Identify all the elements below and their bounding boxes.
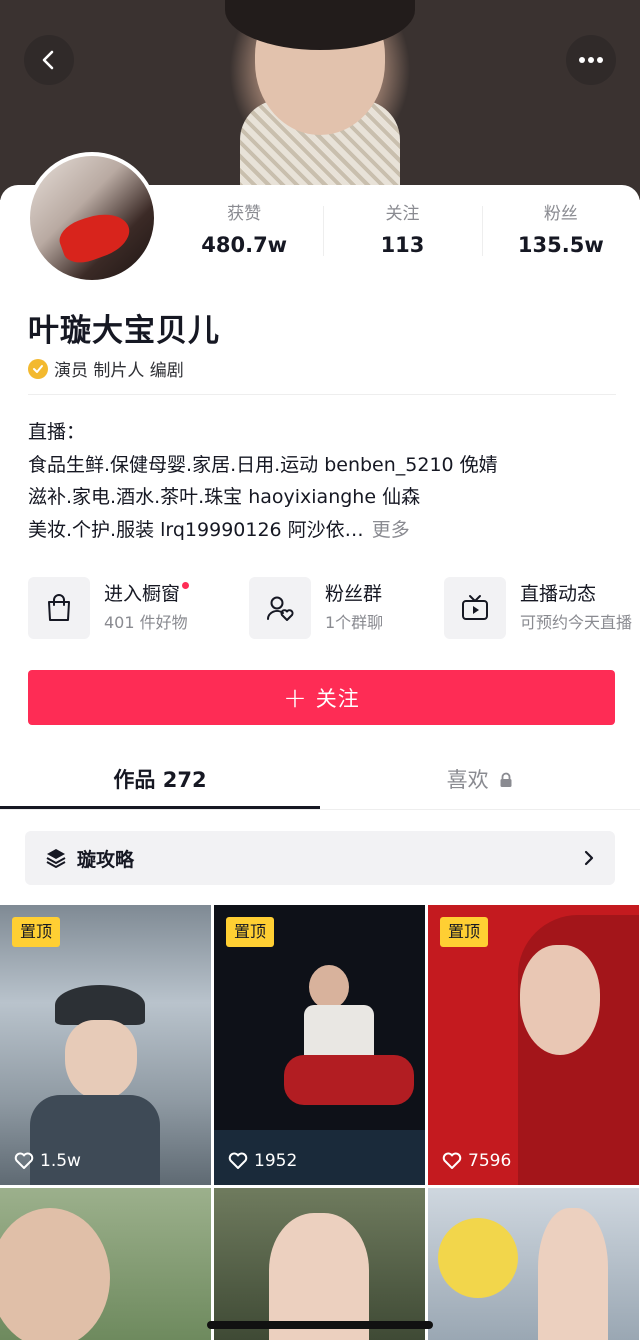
video-thumbnail[interactable]	[214, 1188, 425, 1340]
heart-icon	[228, 1152, 248, 1169]
thumb-face	[538, 1208, 608, 1340]
follow-button[interactable]: + 关注	[28, 670, 615, 725]
bio-line: 滋补.家电.酒水.茶叶.珠宝 haoyixianghe 仙森	[28, 486, 421, 508]
entry-subtitle: 401 件好物	[104, 613, 188, 632]
home-indicator[interactable]	[207, 1321, 433, 1329]
thumb-head	[309, 965, 349, 1009]
tab-likes-label: 喜欢	[446, 768, 489, 792]
chevron-right-icon	[584, 850, 594, 866]
profile-bio[interactable]: 直播： 食品生鲜.保健母婴.家居.日用.运动 benben_5210 俛婧 滋补…	[28, 416, 618, 546]
shopping-bag-icon	[28, 577, 90, 639]
profile-entries: 进入橱窗 401 件好物 粉丝群 1个群聊 直播动态 可预约今天直播	[28, 576, 640, 640]
tab-works-label: 作品 272	[113, 768, 207, 792]
divider	[28, 394, 616, 395]
like-count-text: 1.5w	[40, 1151, 81, 1171]
bio-line: 美妆.个护.服装 lrq19990126 阿沙依… 更多	[28, 514, 618, 547]
lock-icon	[500, 772, 512, 787]
stat-label: 粉丝	[543, 204, 578, 224]
stat-value: 135.5w	[517, 233, 604, 257]
video-thumbnail[interactable]	[0, 1188, 211, 1340]
profile-tags-text: 演员 制片人 编剧	[54, 361, 184, 381]
bio-more-link[interactable]: 更多	[372, 519, 410, 541]
chevron-left-icon	[42, 50, 54, 70]
profile-tags: 演员 制片人 编剧	[28, 356, 184, 381]
stat-label: 获赞	[227, 204, 262, 224]
collection-label: 璇攻略	[77, 848, 135, 871]
bio-line: 直播：	[28, 421, 86, 443]
follow-label: 关注	[315, 686, 360, 711]
pinned-badge: 置顶	[226, 917, 275, 947]
like-count: 7596	[442, 1151, 511, 1171]
new-badge-dot	[182, 582, 190, 589]
stat-value: 113	[380, 233, 425, 257]
like-count-text: 7596	[468, 1151, 512, 1171]
thumb-smiley	[438, 1218, 518, 1298]
video-thumbnail[interactable]: 置顶 7596	[428, 905, 639, 1185]
profile-stats: 获赞 480.7w 关注 113 粉丝 135.5w	[165, 200, 640, 270]
video-thumbnail[interactable]: 置顶 1952	[214, 905, 425, 1185]
entry-fan-group[interactable]: 粉丝群 1个群聊	[249, 576, 383, 640]
bio-line: 食品生鲜.保健母婴.家居.日用.运动 benben_5210 俛婧	[28, 453, 498, 476]
stat-following[interactable]: 关注 113	[323, 200, 481, 270]
video-grid: 置顶 1.5w 置顶 1952 置顶 7596	[0, 905, 640, 1340]
entry-title: 粉丝群	[325, 583, 383, 605]
verified-check-icon	[28, 358, 48, 379]
profile-name: 叶璇大宝贝儿	[28, 313, 220, 349]
video-thumbnail[interactable]	[428, 1188, 639, 1340]
avatar[interactable]	[26, 152, 158, 284]
stat-value: 480.7w	[201, 233, 288, 257]
entry-subtitle: 可预约今天直播	[520, 613, 633, 632]
layers-icon	[46, 849, 66, 868]
thumb-face	[65, 1020, 137, 1100]
entry-live[interactable]: 直播动态 可预约今天直播	[444, 576, 632, 640]
avatar-glove	[54, 205, 136, 269]
entry-subtitle: 1个群聊	[325, 613, 384, 632]
cover-hair	[225, 0, 415, 50]
video-thumbnail[interactable]: 置顶 1.5w	[0, 905, 211, 1185]
bio-line-text: 美妆.个护.服装 lrq19990126 阿沙依…	[28, 518, 364, 541]
heart-icon	[14, 1152, 34, 1169]
stat-followers[interactable]: 粉丝 135.5w	[481, 200, 640, 270]
thumb-uniform	[30, 1095, 160, 1185]
thumb-cap	[55, 985, 145, 1025]
stat-likes[interactable]: 获赞 480.7w	[165, 200, 323, 270]
more-dots-icon	[579, 57, 603, 63]
like-count: 1.5w	[14, 1151, 81, 1171]
entry-storefront[interactable]: 进入橱窗 401 件好物	[28, 576, 190, 640]
fan-group-icon	[249, 577, 311, 639]
entry-title: 直播动态	[520, 583, 597, 605]
heart-icon	[442, 1152, 462, 1169]
more-options-button[interactable]	[566, 35, 616, 85]
pinned-badge: 置顶	[12, 917, 61, 947]
thumb-face	[520, 945, 600, 1055]
plus-icon: +	[283, 681, 308, 714]
stat-label: 关注	[385, 204, 420, 224]
tab-likes[interactable]: 喜欢	[320, 752, 640, 809]
entry-title: 进入橱窗	[104, 579, 190, 609]
back-button[interactable]	[24, 35, 74, 85]
like-count-text: 1952	[254, 1151, 298, 1171]
like-count: 1952	[228, 1151, 297, 1171]
pinned-badge: 置顶	[440, 917, 489, 947]
live-tv-icon	[444, 577, 506, 639]
thumb-skirt	[284, 1055, 414, 1105]
tab-works[interactable]: 作品 272	[0, 752, 320, 809]
collection-bar[interactable]: 璇攻略	[25, 831, 615, 885]
thumb-face	[0, 1208, 110, 1340]
content-tabs: 作品 272 喜欢	[0, 752, 640, 810]
